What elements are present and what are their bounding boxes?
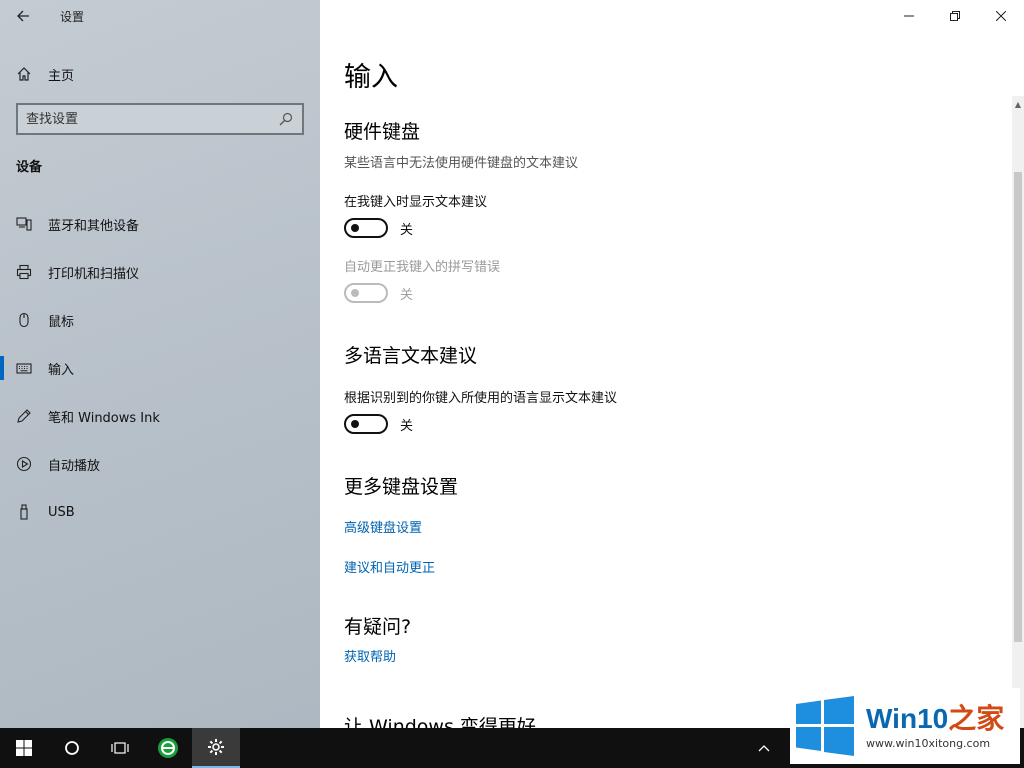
sidebar-item-label: 自动播放 <box>48 458 101 474</box>
autoplay-icon <box>0 456 48 472</box>
sidebar-item-autoplay[interactable]: 自动播放 <box>0 440 320 488</box>
more-keyboard-settings-heading: 更多键盘设置 <box>344 476 459 498</box>
autocorrect-label: 自动更正我键入的拼写错误 <box>344 260 501 275</box>
watermark-text: Win10之家 www.win10xitong.com <box>866 703 1004 750</box>
sidebar-item-label: 蓝牙和其他设备 <box>48 218 140 234</box>
sidebar-item-printers[interactable]: 打印机和扫描仪 <box>0 248 320 296</box>
sidebar-item-home[interactable]: 主页 <box>0 56 320 92</box>
back-button[interactable] <box>0 0 46 32</box>
close-button[interactable] <box>978 0 1024 32</box>
scrollbar-thumb[interactable] <box>1014 172 1022 642</box>
content-pane: 输入 硬件键盘 某些语言中无法使用硬件键盘的文本建议 在我键入时显示文本建议 关… <box>320 0 1024 728</box>
sidebar-item-label: 打印机和扫描仪 <box>48 266 140 282</box>
suggestions-autocorrect-link[interactable]: 建议和自动更正 <box>344 557 435 576</box>
multilingual-row: 关 <box>344 414 413 434</box>
taskbar-app-settings[interactable] <box>192 728 240 768</box>
restore-button[interactable] <box>932 0 978 32</box>
advanced-keyboard-settings-link[interactable]: 高级键盘设置 <box>344 517 422 536</box>
sidebar-item-pen[interactable]: 笔和 Windows Ink <box>0 392 320 440</box>
search-icon[interactable] <box>278 111 294 127</box>
autocorrect-row: 关 <box>344 283 413 303</box>
close-icon <box>996 11 1006 21</box>
system-tray <box>740 728 788 768</box>
bluetooth-devices-icon <box>0 216 48 232</box>
windows-logo-icon <box>16 740 32 756</box>
search-box[interactable] <box>16 103 304 135</box>
watermark-title-prefix: Win10 <box>866 702 949 734</box>
multilingual-label: 根据识别到的你键入所使用的语言显示文本建议 <box>344 391 618 406</box>
watermark-url: www.win10xitong.com <box>866 736 991 750</box>
sidebar-item-label: 主页 <box>48 68 75 84</box>
watermark: Win10之家 www.win10xitong.com <box>790 688 1020 764</box>
sidebar-item-label: USB <box>48 504 75 520</box>
title-bar: 设置 <box>0 0 320 32</box>
gear-icon <box>208 739 224 755</box>
watermark-title: Win10之家 <box>866 703 1004 735</box>
get-help-link[interactable]: 获取帮助 <box>344 646 396 665</box>
mouse-icon <box>0 312 48 328</box>
autocorrect-toggle <box>344 283 388 303</box>
task-view-button[interactable] <box>96 728 144 768</box>
toggle-state: 关 <box>400 287 414 303</box>
sidebar-item-typing[interactable]: 输入 <box>0 344 320 392</box>
show-text-suggestions-label: 在我键入时显示文本建议 <box>344 195 488 210</box>
search-input[interactable] <box>26 111 278 127</box>
back-arrow-icon <box>17 10 29 22</box>
taskbar-app-browser[interactable] <box>144 728 192 768</box>
usb-icon <box>0 504 48 520</box>
hardware-keyboard-description: 某些语言中无法使用硬件键盘的文本建议 <box>344 156 579 171</box>
window-title: 设置 <box>60 9 85 24</box>
sidebar: 设置 主页 设备 蓝牙和其他设备 打印机和扫描仪 鼠标 <box>0 0 320 728</box>
sidebar-item-usb[interactable]: USB <box>0 488 320 536</box>
sidebar-item-label: 输入 <box>48 362 75 378</box>
watermark-title-suffix: 之家 <box>948 702 1005 734</box>
improve-windows-heading: 让 Windows 变得更好 <box>344 716 536 728</box>
show-text-suggestions-row: 关 <box>344 218 413 238</box>
task-view-icon <box>111 742 129 754</box>
restore-icon <box>950 11 960 21</box>
minimize-icon <box>904 15 914 17</box>
page-title: 输入 <box>344 62 398 93</box>
sidebar-item-bluetooth[interactable]: 蓝牙和其他设备 <box>0 200 320 248</box>
windows-logo-icon <box>796 696 854 756</box>
window-controls <box>886 0 1024 32</box>
sidebar-item-label: 鼠标 <box>48 314 75 330</box>
toggle-state: 关 <box>400 418 414 434</box>
keyboard-icon <box>0 360 48 376</box>
hardware-keyboard-heading: 硬件键盘 <box>344 121 421 143</box>
multilingual-toggle[interactable] <box>344 414 388 434</box>
multilingual-heading: 多语言文本建议 <box>344 345 478 367</box>
scroll-up-button[interactable]: ▲ <box>1012 96 1024 112</box>
section-label: 设备 <box>16 160 43 175</box>
sidebar-item-mouse[interactable]: 鼠标 <box>0 296 320 344</box>
question-heading: 有疑问? <box>344 616 412 638</box>
sidebar-nav: 蓝牙和其他设备 打印机和扫描仪 鼠标 输入 笔和 Windows Ink 自动播… <box>0 200 320 536</box>
toggle-state: 关 <box>400 222 414 238</box>
cortana-button[interactable] <box>48 728 96 768</box>
browser-icon <box>158 738 178 758</box>
pen-icon <box>0 408 48 424</box>
show-text-suggestions-toggle[interactable] <box>344 218 388 238</box>
sidebar-item-label: 笔和 Windows Ink <box>48 410 160 426</box>
printer-icon <box>0 264 48 280</box>
chevron-up-icon <box>758 745 770 752</box>
home-icon <box>0 66 48 82</box>
cortana-icon <box>65 741 79 755</box>
start-button[interactable] <box>0 728 48 768</box>
show-hidden-icons-button[interactable] <box>740 728 788 768</box>
minimize-button[interactable] <box>886 0 932 32</box>
